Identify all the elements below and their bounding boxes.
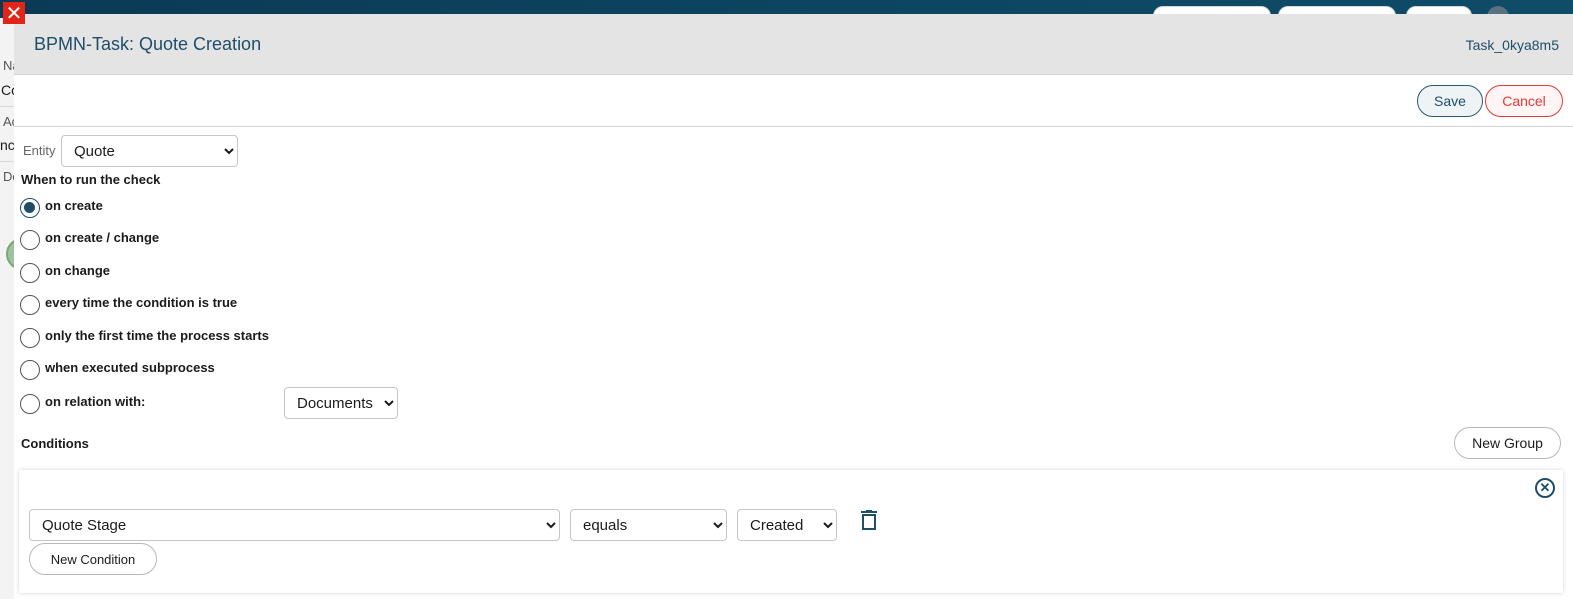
entity-label: Entity [23, 143, 56, 158]
radio-on-create[interactable]: on create [20, 197, 103, 219]
modal-title: BPMN-Task: Quote Creation [34, 34, 262, 54]
radio-on-create-change[interactable]: on create / change [20, 229, 159, 251]
radio-label: on relation with: [45, 394, 146, 409]
radio-first-time[interactable]: only the first time the process starts [20, 327, 269, 349]
relation-select[interactable]: Documents [284, 387, 398, 419]
background-fragment: Do [3, 169, 14, 184]
task-id: Task_0kya8m5 [1465, 37, 1559, 53]
condition-value-select[interactable]: Created [737, 509, 837, 541]
radio-label: on change [45, 263, 111, 278]
radio-on-relation[interactable]: on relation with: [20, 393, 145, 415]
radio-button[interactable] [20, 295, 40, 315]
radio-label: on create [45, 198, 103, 213]
radio-button[interactable] [20, 230, 40, 250]
radio-on-change[interactable]: on change [20, 262, 110, 284]
save-button[interactable]: Save [1417, 85, 1483, 117]
background-left-strip: Na Co Ac nc Do [0, 18, 14, 599]
run-check-title: When to run the check [21, 172, 161, 187]
cancel-button[interactable]: Cancel [1485, 85, 1563, 117]
radio-subprocess[interactable]: when executed subprocess [20, 359, 215, 381]
background-fragment: nc [0, 137, 14, 153]
trash-icon[interactable] [861, 510, 877, 530]
action-bar: Save Cancel [14, 75, 1573, 127]
condition-group-panel: ✕ Quote Stage equals Created New Conditi… [19, 470, 1563, 593]
modal-header: BPMN-Task: Quote Creation Task_0kya8m5 [14, 14, 1573, 75]
background-fragment: Na [3, 58, 14, 73]
bpmn-task-modal: BPMN-Task: Quote Creation Task_0kya8m5 S… [14, 14, 1573, 599]
radio-button[interactable] [20, 198, 40, 218]
radio-label: every time the condition is true [45, 295, 238, 310]
radio-button[interactable] [20, 394, 40, 414]
radio-label: on create / change [45, 230, 160, 245]
background-fragment: Co [1, 82, 14, 98]
radio-button[interactable] [20, 360, 40, 380]
entity-select[interactable]: Quote [61, 135, 238, 167]
radio-label: only the first time the process starts [45, 328, 269, 343]
background-fragment: Ac [3, 114, 14, 129]
radio-button[interactable] [20, 263, 40, 283]
radio-button[interactable] [20, 328, 40, 348]
radio-label: when executed subprocess [45, 360, 215, 375]
conditions-title: Conditions [21, 436, 89, 451]
radio-every-time[interactable]: every time the condition is true [20, 294, 237, 316]
circle-x-icon[interactable]: ✕ [1535, 478, 1555, 498]
condition-operator-select[interactable]: equals [570, 509, 727, 541]
condition-field-select[interactable]: Quote Stage [29, 509, 560, 541]
close-icon[interactable]: ✕ [3, 2, 25, 24]
new-group-button[interactable]: New Group [1454, 427, 1561, 459]
background-status-circle [6, 238, 14, 270]
new-condition-button[interactable]: New Condition [29, 543, 157, 575]
